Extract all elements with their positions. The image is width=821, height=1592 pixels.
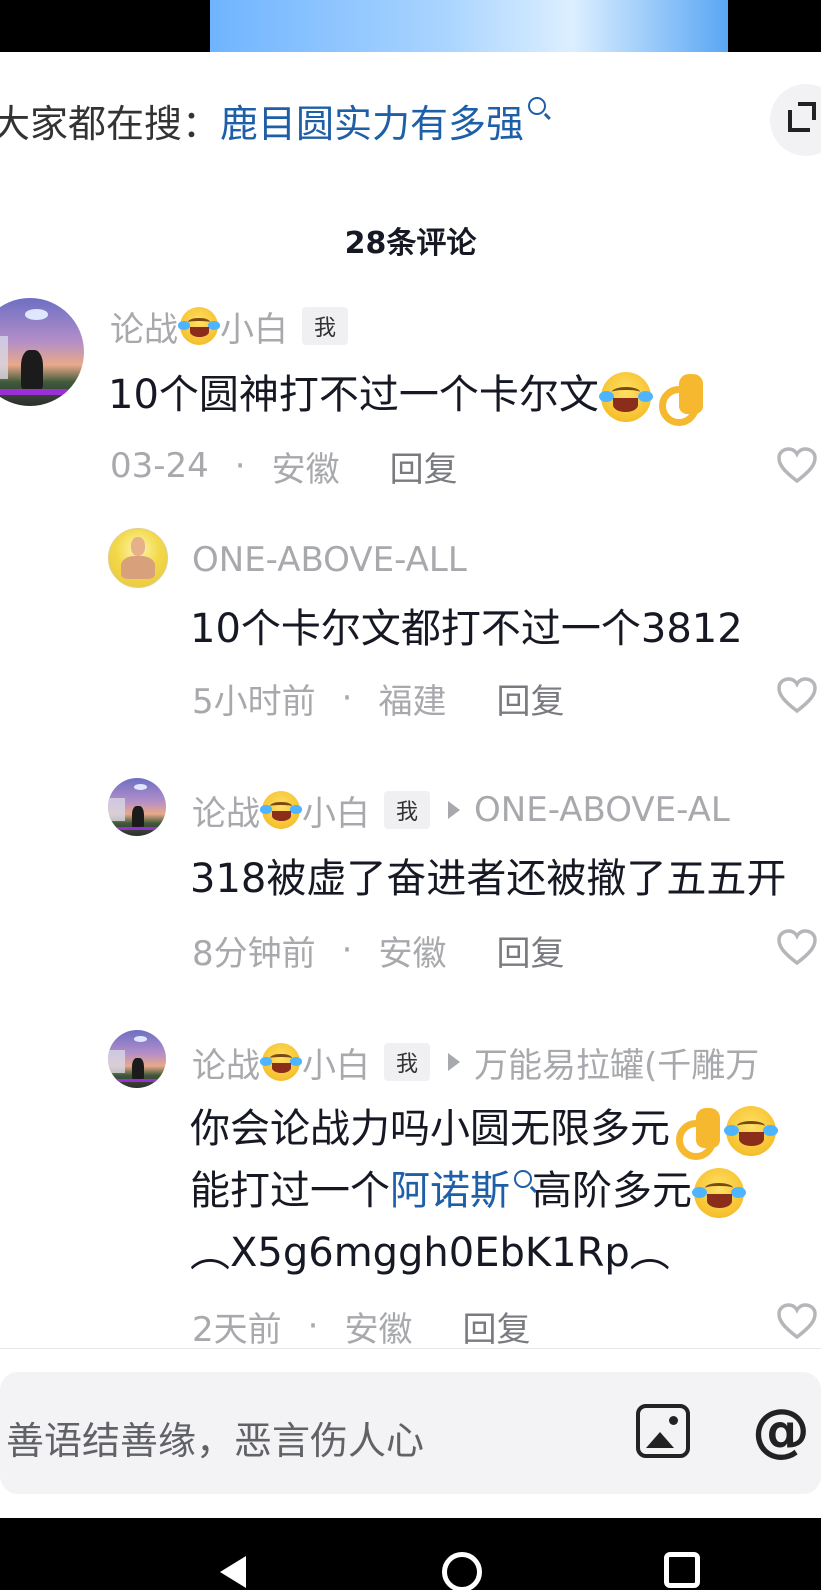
ok-hand-emoji-icon: [672, 1106, 722, 1160]
comment-input-placeholder[interactable]: 善语结善缘，恶言伤人心: [6, 1410, 424, 1465]
comment-text-line: ︵X5g6mggh0EbK1Rp︵: [190, 1230, 670, 1276]
comment-text: 318被虚了奋进者还被撤了五五开: [190, 856, 787, 902]
image-icon[interactable]: [636, 1404, 690, 1458]
comment-text-line: 你会论战力吗小圆无限多元: [190, 1100, 778, 1160]
username-part: 论战: [192, 793, 260, 834]
laughing-emoji-icon: [178, 307, 220, 345]
search-suggestion[interactable]: 大家都在搜： 鹿目圆实力有多强: [0, 96, 547, 146]
expand-icon-part: [798, 102, 816, 120]
search-icon: [528, 97, 547, 115]
comment-text-content: 能打过一个: [190, 1168, 390, 1214]
username-part: 小白: [220, 309, 288, 350]
search-suggestion-term[interactable]: 鹿目圆实力有多强: [220, 93, 524, 148]
avatar[interactable]: [108, 778, 166, 836]
back-icon[interactable]: [220, 1556, 246, 1588]
meta-separator: ·: [234, 446, 246, 486]
meta-separator: ·: [341, 678, 353, 718]
comment-meta: 8分钟前 · 安徽 回复: [192, 926, 564, 975]
comment-date: 03-24: [110, 446, 209, 486]
laughing-emoji-icon: [260, 1043, 302, 1081]
me-badge: 我: [384, 791, 431, 829]
home-icon[interactable]: [442, 1552, 482, 1592]
reply-button[interactable]: 回复: [390, 442, 458, 491]
avatar[interactable]: [108, 528, 168, 588]
comment-count-title: 28条评论: [344, 226, 477, 261]
comment-meta: 2天前 · 安徽 回复: [192, 1302, 530, 1351]
reply-arrow-icon: [448, 801, 461, 819]
heart-icon[interactable]: [776, 446, 818, 484]
meta-separator: ·: [341, 930, 353, 970]
rofl-emoji-icon: [598, 372, 653, 422]
avatar[interactable]: [108, 1030, 166, 1088]
comment-meta: 5小时前 · 福建 回复: [192, 674, 564, 723]
comment-location: 安徽: [378, 933, 447, 974]
search-suggestion-prefix: 大家都在搜：: [0, 101, 221, 146]
username-part: 小白: [302, 1045, 370, 1086]
comment-text-line: 能打过一个阿诺斯 高阶多元: [190, 1162, 746, 1220]
comment-date: 8分钟前: [192, 933, 316, 974]
me-badge: 我: [384, 1043, 431, 1081]
comment-location: 安徽: [271, 449, 340, 490]
comment-text-content: 高阶多元: [532, 1168, 692, 1214]
reply-target-username[interactable]: ONE-ABOVE-AL: [474, 790, 730, 830]
reply-button[interactable]: 回复: [462, 1302, 530, 1351]
username-part: 论战: [110, 309, 178, 350]
reply-arrow-icon: [448, 1053, 461, 1071]
reply-button[interactable]: 回复: [496, 926, 564, 975]
comment-text: 10个圆神打不过一个卡尔文: [108, 366, 707, 426]
meta-separator: ·: [307, 1306, 319, 1346]
reply-button[interactable]: 回复: [496, 674, 564, 723]
search-link[interactable]: 阿诺斯: [390, 1168, 510, 1214]
search-icon: [514, 1170, 532, 1188]
ok-hand-emoji-icon: [655, 372, 705, 426]
comment-text-content: 你会论战力吗小圆无限多元: [190, 1106, 670, 1152]
comment-meta: 03-24 · 安徽 回复: [110, 442, 458, 491]
comment-username[interactable]: 论战 小白 我 ONE-ABOVE-AL: [192, 788, 730, 834]
comment-username[interactable]: ONE-ABOVE-ALL: [192, 538, 467, 582]
comment-date: 5小时前: [192, 681, 316, 722]
username-part: ONE-ABOVE-ALL: [192, 540, 467, 580]
laughing-emoji-icon: [260, 791, 302, 829]
heart-icon[interactable]: [776, 676, 818, 714]
me-badge: 我: [302, 307, 349, 345]
divider: [0, 1348, 821, 1349]
video-preview[interactable]: [210, 0, 728, 52]
username-part: 小白: [302, 793, 370, 834]
heart-icon[interactable]: [776, 1302, 818, 1340]
reply-target-username[interactable]: 万能易拉罐(千雕万: [474, 1038, 759, 1087]
recent-apps-icon[interactable]: [664, 1552, 700, 1588]
comment-location: 福建: [378, 681, 447, 722]
comment-username[interactable]: 论战 小白 我 万能易拉罐(千雕万: [192, 1038, 759, 1087]
comment-username[interactable]: 论战 小白 我: [110, 304, 349, 350]
comment-date: 2天前: [192, 1309, 282, 1350]
rofl-emoji-icon: [724, 1106, 778, 1156]
comment-text-content: 10个圆神打不过一个卡尔文: [108, 372, 599, 418]
comment-text: 10个卡尔文都打不过一个3812: [190, 606, 743, 652]
username-part: 论战: [192, 1045, 260, 1086]
at-icon[interactable]: @: [752, 1396, 810, 1464]
comment-location: 安徽: [344, 1309, 413, 1350]
rofl-emoji-icon: [692, 1168, 746, 1218]
heart-icon[interactable]: [776, 928, 818, 966]
